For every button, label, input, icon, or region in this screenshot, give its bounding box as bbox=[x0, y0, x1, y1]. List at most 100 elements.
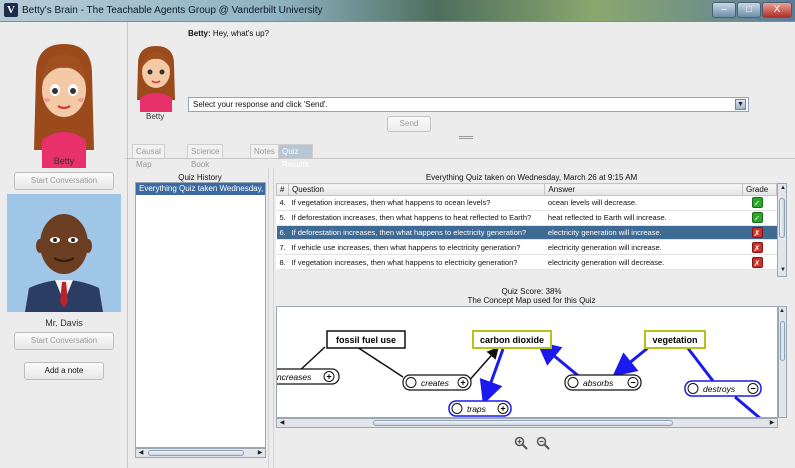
link-absorbs[interactable]: absorbs − bbox=[564, 374, 642, 391]
chat-speaker: Betty: bbox=[188, 29, 211, 38]
column-header-number[interactable]: # bbox=[276, 183, 289, 196]
minus-icon: − bbox=[630, 378, 635, 388]
node-vegetation[interactable]: vegetation bbox=[644, 330, 706, 349]
radio-icon bbox=[567, 377, 579, 388]
table-row[interactable]: 5. If deforestation increases, then what… bbox=[276, 210, 777, 226]
scroll-thumb[interactable] bbox=[780, 321, 785, 361]
row-number: 8. bbox=[276, 254, 289, 270]
node-label: carbon dioxide bbox=[480, 335, 544, 345]
edge-co2-traps bbox=[479, 348, 505, 405]
tab-causal-map[interactable]: Causal Map bbox=[132, 144, 165, 169]
close-button[interactable]: X bbox=[762, 2, 792, 18]
concept-map-canvas[interactable]: fossil fuel use carbon dioxide vegetatio… bbox=[276, 306, 778, 418]
scroll-thumb[interactable] bbox=[148, 450, 244, 456]
row-answer: electricity generation will decrease. bbox=[544, 254, 743, 270]
davis-name-label: Mr. Davis bbox=[45, 318, 83, 328]
split-pane-divider[interactable] bbox=[268, 168, 274, 468]
quiz-history-item[interactable]: Everything Quiz taken Wednesday, March 2… bbox=[136, 183, 265, 195]
scroll-left-icon[interactable]: ◀ bbox=[136, 449, 146, 457]
scroll-down-icon[interactable]: ▼ bbox=[778, 266, 788, 274]
tab-quiz-results[interactable]: Quiz Results bbox=[278, 144, 313, 169]
table-row[interactable]: 4. If vegetation increases, then what ha… bbox=[276, 195, 777, 211]
radio-icon bbox=[687, 383, 699, 394]
check-mark-icon: ✓ bbox=[751, 197, 763, 209]
davis-avatar-frame bbox=[7, 194, 121, 312]
chevron-down-icon[interactable]: ▼ bbox=[735, 99, 746, 110]
window-title-bar: V Betty's Brain - The Teachable Agents G… bbox=[0, 0, 795, 22]
window-title: Betty's Brain - The Teachable Agents Gro… bbox=[22, 5, 323, 16]
agents-sidebar: Betty Start Conversation Mr. Davis Start… bbox=[0, 22, 128, 468]
concept-map-vscrollbar[interactable]: ▲ bbox=[778, 306, 787, 418]
quiz-header: Everything Quiz taken on Wednesday, Marc… bbox=[425, 173, 638, 182]
link-label: traps bbox=[467, 404, 487, 414]
edge-destroys-out bbox=[734, 395, 761, 417]
quiz-table-vscrollbar[interactable]: ▲ ▼ bbox=[777, 183, 787, 277]
row-number: 7. bbox=[276, 239, 289, 256]
x-mark-icon: ✗ bbox=[751, 226, 763, 238]
x-mark-icon: ✗ bbox=[751, 256, 763, 268]
link-traps[interactable]: traps + bbox=[448, 400, 512, 417]
row-grade: ✗ bbox=[742, 225, 777, 241]
node-fossil-fuel-use[interactable]: fossil fuel use bbox=[326, 330, 406, 349]
tab-science-book[interactable]: Science Book bbox=[187, 144, 224, 169]
tab-notes[interactable]: Notes bbox=[250, 144, 279, 158]
betty-avatar bbox=[34, 44, 94, 168]
quiz-history-hscrollbar[interactable]: ◀ ▶ bbox=[135, 448, 266, 458]
table-header-row: # Question Answer Grade bbox=[276, 183, 777, 196]
send-button[interactable]: Send bbox=[387, 116, 431, 132]
row-grade: ✗ bbox=[742, 254, 777, 270]
scroll-up-icon[interactable]: ▲ bbox=[778, 307, 786, 315]
chat-message: Betty: Hey, what's up? bbox=[188, 29, 269, 38]
quiz-history-list: Everything Quiz taken Wednesday, March 2… bbox=[135, 182, 266, 448]
maximize-button[interactable]: □ bbox=[737, 2, 761, 18]
add-note-button[interactable]: Add a note bbox=[24, 362, 104, 380]
edge-fossil-creates bbox=[356, 346, 404, 378]
row-number: 4. bbox=[276, 195, 289, 211]
row-number: 5. bbox=[276, 210, 289, 226]
zoom-out-icon[interactable] bbox=[536, 436, 550, 450]
row-answer: heat reflected to Earth will increase. bbox=[544, 210, 743, 226]
row-grade: ✗ bbox=[742, 239, 777, 256]
column-header-grade[interactable]: Grade bbox=[742, 183, 777, 196]
row-answer: ocean levels will decrease. bbox=[544, 195, 743, 211]
check-mark-icon: ✓ bbox=[751, 212, 763, 224]
table-row[interactable]: 8. If vegetation increases, then what ha… bbox=[276, 254, 777, 270]
column-header-question[interactable]: Question bbox=[287, 183, 546, 196]
scroll-up-icon[interactable]: ▲ bbox=[778, 184, 788, 192]
scroll-thumb[interactable] bbox=[779, 198, 785, 238]
chat-avatar-name: Betty bbox=[146, 112, 165, 121]
scroll-left-icon[interactable]: ◀ bbox=[277, 419, 287, 427]
concept-map-hscrollbar[interactable]: ◀ ▶ bbox=[276, 418, 778, 428]
link-creates[interactable]: creates + bbox=[402, 374, 472, 391]
edge-vegetation-absorbs bbox=[612, 345, 650, 377]
minimize-button[interactable]: – bbox=[712, 2, 736, 18]
table-row[interactable]: 7. If vehicle use increases, then what h… bbox=[276, 239, 777, 256]
concept-map-title: The Concept Map used for this Quiz bbox=[467, 296, 596, 305]
minus-icon: − bbox=[750, 384, 755, 394]
response-select[interactable]: Select your response and click 'Send'. ▼ bbox=[188, 97, 749, 112]
scroll-thumb[interactable] bbox=[373, 420, 673, 426]
row-question: If deforestation increases, then what ha… bbox=[288, 210, 545, 226]
radio-icon bbox=[405, 377, 417, 388]
davis-start-conversation-button[interactable]: Start Conversation bbox=[14, 332, 114, 350]
row-question: If vegetation increases, then what happe… bbox=[288, 254, 545, 270]
scroll-right-icon[interactable]: ▶ bbox=[767, 419, 777, 427]
row-answer: electricity generation will increase. bbox=[544, 225, 743, 241]
chat-area: Betty Betty: Hey, what's up? Select your… bbox=[128, 22, 795, 140]
zoom-in-icon[interactable] bbox=[514, 436, 528, 450]
panel-splitter-handle[interactable] bbox=[459, 136, 473, 139]
row-question: If vegetation increases, then what happe… bbox=[288, 195, 545, 211]
row-grade: ✓ bbox=[742, 195, 777, 211]
node-carbon-dioxide[interactable]: carbon dioxide bbox=[472, 330, 552, 349]
scroll-right-icon[interactable]: ▶ bbox=[255, 449, 265, 457]
link-label: increases bbox=[277, 372, 312, 382]
link-increases[interactable]: increases + bbox=[277, 368, 340, 385]
column-header-answer[interactable]: Answer bbox=[544, 183, 743, 196]
table-row-selected[interactable]: 6. If deforestation increases, then what… bbox=[276, 225, 777, 241]
betty-start-conversation-button[interactable]: Start Conversation bbox=[14, 172, 114, 190]
quiz-history-title: Quiz History bbox=[178, 173, 222, 182]
row-number: 6. bbox=[276, 225, 289, 241]
row-answer: electricity generation will increase. bbox=[544, 239, 743, 256]
link-destroys[interactable]: destroys − bbox=[684, 380, 762, 397]
edge-destroys-vegetation bbox=[685, 346, 715, 382]
